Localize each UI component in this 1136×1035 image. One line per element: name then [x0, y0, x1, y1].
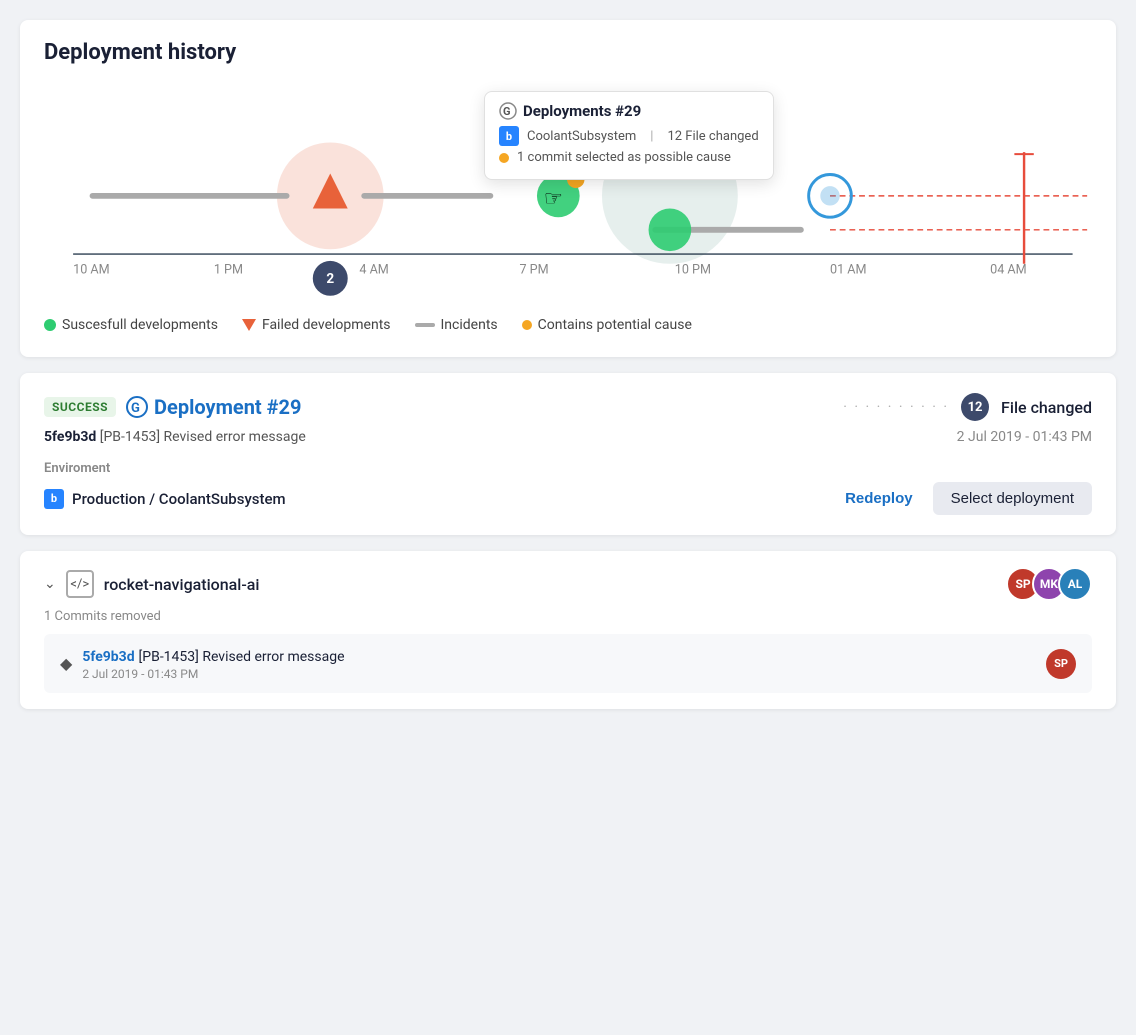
legend-failed: Failed developments	[242, 317, 391, 333]
avatar-3: AL	[1058, 567, 1092, 601]
legend-failed-label: Failed developments	[262, 317, 391, 333]
commit-row-hash[interactable]: 5fe9b3d	[82, 649, 134, 665]
repo-name: rocket-navigational-ai	[104, 575, 260, 594]
action-buttons: Redeploy Select deployment	[835, 482, 1092, 515]
cursor-icon: ☞	[544, 187, 563, 212]
deployment-name: Deployment #29	[154, 395, 301, 419]
redeploy-button[interactable]: Redeploy	[835, 482, 923, 515]
select-deployment-button[interactable]: Select deployment	[933, 482, 1092, 515]
legend-incidents: Incidents	[415, 317, 498, 333]
potential-orange-dot-icon	[522, 320, 532, 330]
files-count-badge: 12	[961, 393, 989, 421]
svg-text:G: G	[131, 401, 140, 416]
files-changed-label: File changed	[1001, 398, 1092, 417]
deployment-header: SUCCESS G Deployment #29 · · · · · · · ·…	[44, 393, 1092, 421]
commit-row-msg: [PB-1453] Revised error message	[139, 649, 345, 665]
bitbucket-env-icon: b	[44, 489, 64, 509]
g-logo-icon: G	[499, 102, 517, 120]
chart-legend: Suscesfull developments Failed developme…	[44, 309, 1092, 337]
dots-separator: · · · · · · · · · ·	[843, 399, 949, 415]
svg-text:G: G	[503, 105, 511, 118]
deployment-date: 2 Jul 2019 - 01:43 PM	[957, 429, 1092, 445]
success-marker-1	[649, 208, 692, 251]
successful-dot-icon	[44, 319, 56, 331]
deployment-tooltip: G Deployments #29 b CoolantSubsystem | 1…	[484, 91, 774, 180]
tooltip-commit-info: 1 commit selected as possible cause	[517, 150, 731, 165]
commit-section: ⌄ </> rocket-navigational-ai SP MK AL 1 …	[20, 551, 1116, 709]
commit-date-row: 5fe9b3d [PB-1453] Revised error message …	[44, 429, 1092, 449]
timeline-chart: ☞ 2 10 AM 1 PM 4 AM 7 PM 10 PM 01 AM 04 …	[44, 81, 1092, 301]
commit-row-left: ◆ 5fe9b3d [PB-1453] Revised error messag…	[60, 646, 345, 681]
time-label-1: 1 PM	[214, 262, 243, 277]
page-title: Deployment history	[44, 40, 1092, 65]
tooltip-deployment-title: Deployments #29	[523, 102, 641, 120]
env-label: Enviroment	[44, 461, 1092, 476]
tooltip-commit-row: 1 commit selected as possible cause	[499, 150, 759, 165]
commit-dot-icon: ◆	[60, 654, 72, 673]
env-row: b Production / CoolantSubsystem Redeploy…	[44, 482, 1092, 515]
chevron-down-icon[interactable]: ⌄	[44, 576, 56, 592]
commit-avatar: SP	[1046, 649, 1076, 679]
status-badge: SUCCESS	[44, 397, 116, 417]
env-name: b Production / CoolantSubsystem	[44, 489, 286, 509]
legend-successful-label: Suscesfull developments	[62, 317, 218, 333]
commit-section-left: ⌄ </> rocket-navigational-ai	[44, 570, 260, 598]
env-value: Production / CoolantSubsystem	[72, 490, 286, 508]
legend-potential-label: Contains potential cause	[538, 317, 692, 333]
commit-row-message: 5fe9b3d [PB-1453] Revised error message	[82, 646, 344, 665]
incident-count: 2	[326, 271, 334, 287]
time-label-4: 10 PM	[675, 262, 711, 277]
tooltip-service: CoolantSubsystem	[527, 129, 636, 144]
time-label-6: 04 AM	[990, 262, 1027, 277]
blue-inner	[820, 186, 839, 205]
legend-potential: Contains potential cause	[522, 317, 692, 333]
deployment-history-card: Deployment history	[20, 20, 1116, 357]
deployment-detail-card: SUCCESS G Deployment #29 · · · · · · · ·…	[20, 373, 1116, 535]
tooltip-title: G Deployments #29	[499, 102, 759, 120]
tooltip-files: 12 File changed	[667, 129, 758, 144]
avatars-group: SP MK AL	[1006, 567, 1092, 601]
time-label-3: 7 PM	[519, 262, 548, 277]
legend-incidents-label: Incidents	[441, 317, 498, 333]
deployment-header-left: SUCCESS G Deployment #29	[44, 395, 301, 419]
commit-row: ◆ 5fe9b3d [PB-1453] Revised error messag…	[44, 634, 1092, 693]
time-label-0: 10 AM	[73, 262, 110, 277]
commit-row-date: 2 Jul 2019 - 01:43 PM	[82, 667, 344, 681]
failed-triangle-icon	[242, 319, 256, 331]
commit-message: [PB-1453] Revised error message	[100, 429, 306, 445]
time-label-2: 4 AM	[359, 262, 388, 277]
deployment-title: G Deployment #29	[126, 395, 301, 419]
legend-successful: Suscesfull developments	[44, 317, 218, 333]
deployment-g-icon: G	[126, 396, 148, 418]
time-label-5: 01 AM	[830, 262, 867, 277]
tooltip-service-row: b CoolantSubsystem | 12 File changed	[499, 126, 759, 146]
bitbucket-icon: b	[499, 126, 519, 146]
tooltip-orange-dot-icon	[499, 153, 509, 163]
deployment-header-right: · · · · · · · · · · 12 File changed	[843, 393, 1092, 421]
incidents-dash-icon	[415, 323, 435, 327]
commit-hash: 5fe9b3d	[44, 429, 96, 445]
commits-removed-label: 1 Commits removed	[44, 609, 1092, 624]
commit-details: 5fe9b3d [PB-1453] Revised error message …	[82, 646, 344, 681]
commit-section-header: ⌄ </> rocket-navigational-ai SP MK AL	[44, 567, 1092, 601]
commit-info: 5fe9b3d [PB-1453] Revised error message	[44, 429, 306, 445]
environment-section: Enviroment b Production / CoolantSubsyst…	[44, 461, 1092, 515]
code-icon: </>	[66, 570, 94, 598]
